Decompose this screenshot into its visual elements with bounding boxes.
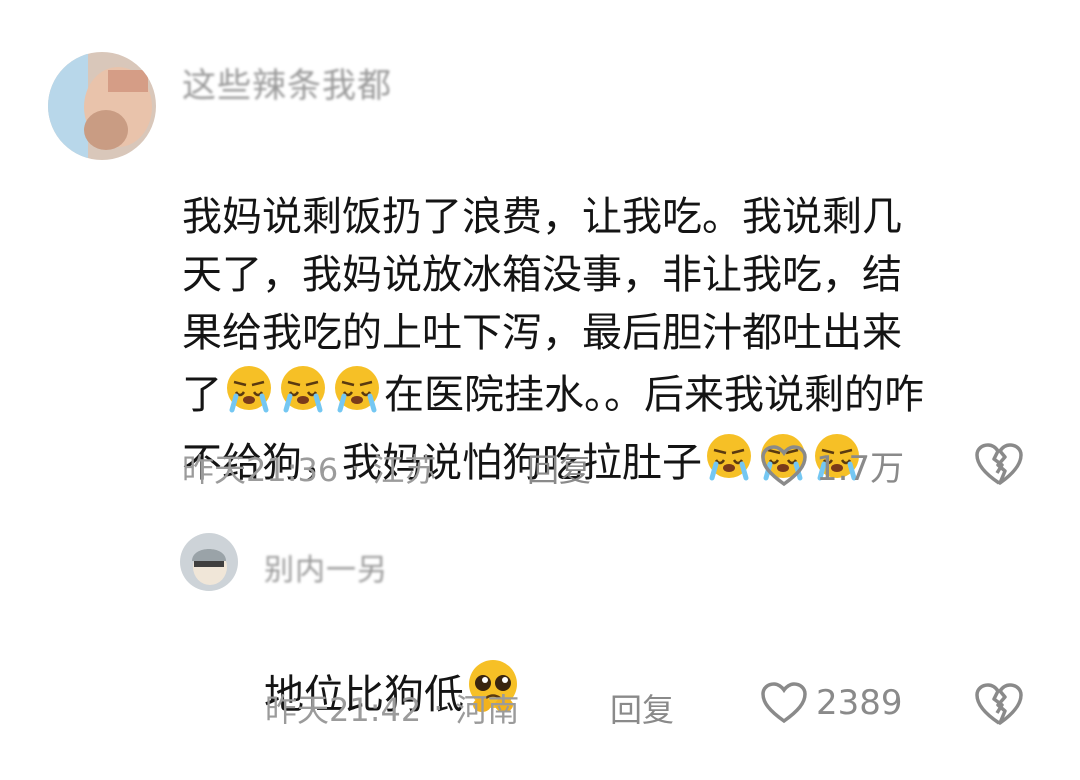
like-button[interactable]: 2389 (760, 681, 903, 725)
timestamp: 昨天21:42 (265, 691, 422, 729)
separator-dot: · (433, 689, 444, 727)
location: 江苏 (372, 451, 437, 489)
broken-heart-icon (975, 443, 1023, 485)
like-count: 1.7万 (816, 449, 905, 489)
location: 河南 (455, 691, 520, 729)
timestamp: 昨天21:36 (182, 451, 339, 489)
avatar[interactable] (180, 533, 238, 591)
username[interactable]: 这些辣条我都 (182, 58, 392, 107)
crying-face-icon (276, 362, 330, 430)
reply-button[interactable]: 回复 (610, 685, 674, 731)
dislike-button[interactable] (974, 441, 1024, 491)
dislike-button[interactable] (974, 681, 1024, 731)
separator-dot: · (350, 449, 361, 487)
heart-icon (761, 682, 807, 724)
broken-heart-icon (975, 683, 1023, 725)
crying-face-icon (702, 430, 756, 498)
crying-emoji-group (222, 366, 384, 418)
crying-face-icon (330, 362, 384, 430)
avatar[interactable] (48, 52, 156, 160)
heart-icon (761, 444, 807, 486)
comment-text-mid: 在医院挂水。。后来我说剩的咋 (384, 372, 924, 418)
comment-meta: 昨天21:36 · 江苏 (182, 445, 436, 491)
like-button[interactable]: 1.7万 (760, 441, 904, 490)
reply-button[interactable]: 回复 (527, 445, 591, 491)
crying-face-icon (222, 362, 276, 430)
username[interactable]: 别内一另 (264, 545, 388, 589)
like-count: 2389 (816, 683, 903, 723)
comment-meta: 昨天21:42 · 河南 (265, 685, 519, 731)
